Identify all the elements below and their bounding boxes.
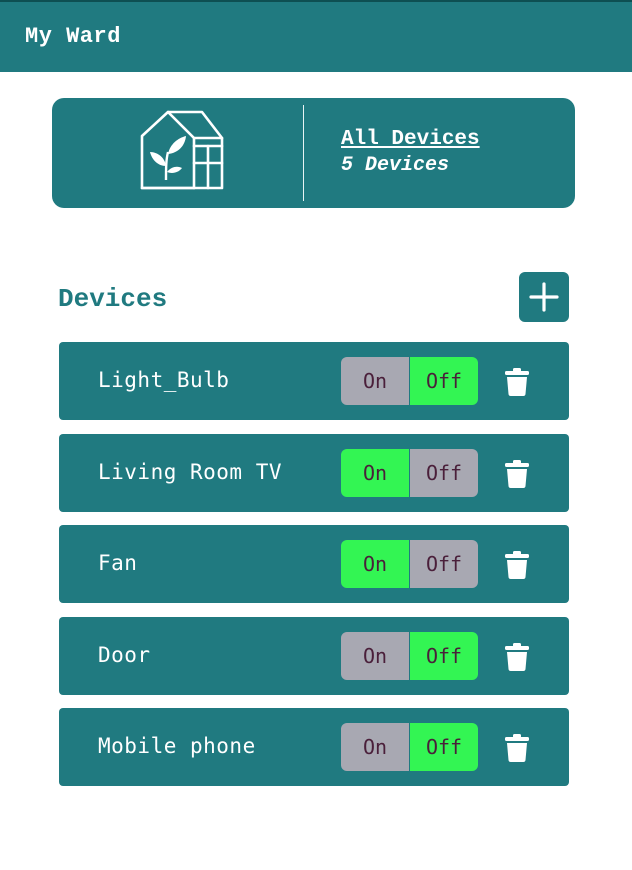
on-button[interactable]: On [341,540,409,588]
off-button[interactable]: Off [410,357,478,405]
device-name: Living Room TV [98,460,283,484]
trash-icon[interactable] [505,460,529,488]
off-button[interactable]: Off [410,723,478,771]
app-title: My Ward [25,24,121,49]
off-button[interactable]: Off [410,540,478,588]
off-button[interactable]: Off [410,449,478,497]
device-name: Door [98,643,151,667]
off-button[interactable]: Off [410,632,478,680]
card-divider [303,105,304,201]
all-devices-link[interactable]: All Devices [341,128,480,151]
on-button[interactable]: On [341,357,409,405]
device-name: Light_Bulb [98,368,230,392]
trash-icon[interactable] [505,368,529,396]
device-row: Mobile phone On Off [59,708,569,786]
device-row: Light_Bulb On Off [59,342,569,420]
device-row: Living Room TV On Off [59,434,569,512]
on-button[interactable]: On [341,632,409,680]
device-count: 5 Devices [341,154,450,177]
trash-icon[interactable] [505,643,529,671]
device-name: Mobile phone [98,734,256,758]
devices-heading: Devices [58,284,168,314]
greenhouse-plant-icon [140,110,224,190]
trash-icon[interactable] [505,551,529,579]
device-row: Fan On Off [59,525,569,603]
all-devices-card[interactable] [52,98,575,208]
device-row: Door On Off [59,617,569,695]
on-button[interactable]: On [341,449,409,497]
app-bar: My Ward [0,0,632,72]
plus-icon [529,282,559,312]
trash-icon[interactable] [505,734,529,762]
add-device-button[interactable] [519,272,569,322]
on-button[interactable]: On [341,723,409,771]
device-name: Fan [98,551,138,575]
